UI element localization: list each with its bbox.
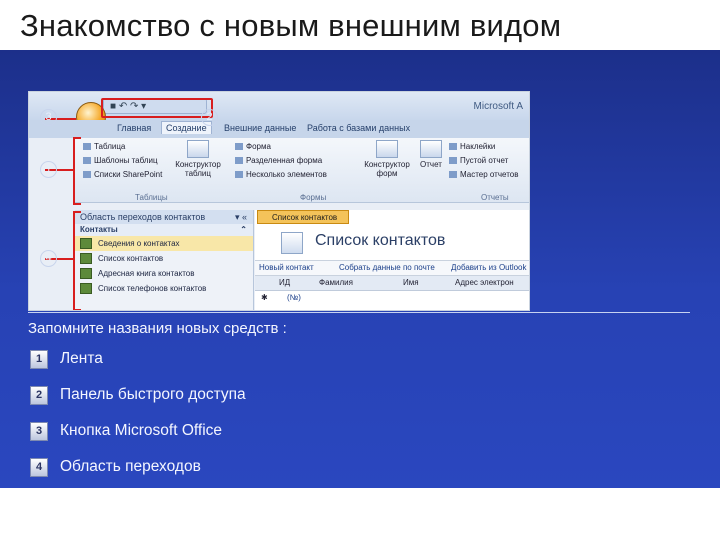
document-title: Список контактов <box>315 232 446 249</box>
add-outlook-link[interactable]: Добавить из Outlook <box>451 263 527 272</box>
access-screenshot: ■ ↶ ↷ ▾ Microsoft A Главная Создание Вне… <box>28 91 530 311</box>
legend-item-label: Кнопка Microsoft Office <box>60 422 223 439</box>
document-area: Список контактов Список контактов Новый … <box>255 210 529 310</box>
column-id[interactable]: ИД <box>279 278 290 287</box>
legend-intro: Запомните названия новых средств : <box>28 320 287 337</box>
report-icon <box>80 268 92 280</box>
number-badge: 2 <box>30 386 48 405</box>
table-designer-label: Конструктор таблиц <box>175 160 221 178</box>
tab-home[interactable]: Главная <box>117 123 151 133</box>
contacts-icon <box>281 232 303 254</box>
form-designer-icon <box>376 140 398 158</box>
callout-4-bracket <box>73 211 81 310</box>
nav-item[interactable]: Адресная книга контактов <box>75 266 253 281</box>
collapse-icon[interactable]: ⌃ <box>240 224 247 236</box>
callout-2-bracket <box>101 98 213 118</box>
form-icon <box>80 253 92 265</box>
nav-item[interactable]: Сведения о контактах <box>75 236 253 251</box>
ribbon-form-designer[interactable]: Конструктор форм <box>361 140 413 178</box>
callout-4-number: 4 <box>40 250 57 267</box>
navigation-pane: Область переходов контактов ▾ « Контакты… <box>75 210 254 310</box>
form-designer-label: Конструктор форм <box>364 160 410 178</box>
nav-item[interactable]: Список контактов <box>75 251 253 266</box>
ribbon-blank-report[interactable]: Пустой отчет <box>449 156 508 165</box>
document-links: Новый контакт Собрать данные по почте До… <box>255 260 529 276</box>
tab-external-data[interactable]: Внешние данные <box>224 123 296 133</box>
callout-1-number: 1 <box>40 161 57 178</box>
ribbon-form[interactable]: Форма <box>235 142 271 151</box>
ribbon-multiple-items[interactable]: Несколько элементов <box>235 170 327 179</box>
table-row[interactable]: ✱ (№) <box>255 292 529 306</box>
nav-group-contacts[interactable]: Контакты ⌃ <box>75 224 253 236</box>
blue-content-panel: ■ ↶ ↷ ▾ Microsoft A Главная Создание Вне… <box>0 50 720 488</box>
ribbon-tabs: Главная Создание Внешние данные Работа с… <box>29 120 529 138</box>
report-label: Отчет <box>420 160 442 169</box>
group-reports: Отчеты <box>481 193 509 202</box>
ribbon: Таблица Шаблоны таблиц Списки SharePoint… <box>75 138 529 203</box>
report-icon <box>80 283 92 295</box>
document-tab[interactable]: Список контактов <box>257 210 349 224</box>
ribbon-table-designer[interactable]: Конструктор таблиц <box>175 140 221 178</box>
nav-pane-header[interactable]: Область переходов контактов ▾ « <box>75 210 253 224</box>
collect-email-link[interactable]: Собрать данные по почте <box>339 263 435 272</box>
ribbon-sharepoint-lists[interactable]: Списки SharePoint <box>83 170 162 179</box>
new-row-marker: ✱ <box>261 293 268 302</box>
column-email[interactable]: Адрес электрон <box>455 278 514 287</box>
callout-2-number: 2 <box>201 109 218 126</box>
ribbon-split-form[interactable]: Разделенная форма <box>235 156 322 165</box>
column-firstname[interactable]: Имя <box>403 278 419 287</box>
number-badge: 4 <box>30 458 48 477</box>
legend-item-label: Лента <box>60 350 103 367</box>
tab-database-tools[interactable]: Работа с базами данных <box>307 123 410 133</box>
ribbon-labels[interactable]: Наклейки <box>449 142 495 151</box>
new-contact-link[interactable]: Новый контакт <box>259 263 314 272</box>
legend-item-label: Область переходов <box>60 458 201 475</box>
slide-title: Знакомство с новым внешним видом <box>20 8 562 43</box>
callout-3-number: 3 <box>40 109 57 126</box>
separator-line <box>28 312 690 313</box>
nav-item[interactable]: Список телефонов контактов <box>75 281 253 296</box>
report-icon <box>420 140 442 158</box>
group-forms: Формы <box>300 193 327 202</box>
group-tables: Таблицы <box>135 193 168 202</box>
app-title: Microsoft A <box>473 101 523 112</box>
table-designer-icon <box>187 140 209 158</box>
number-badge: 1 <box>30 350 48 369</box>
ribbon-table-templates[interactable]: Шаблоны таблиц <box>83 156 158 165</box>
form-icon <box>80 238 92 250</box>
ribbon-report-wizard[interactable]: Мастер отчетов <box>449 170 518 179</box>
chevron-down-icon[interactable]: ▾ « <box>235 210 247 224</box>
callout-1-bracket <box>73 137 81 205</box>
new-row-id: (№) <box>287 293 301 302</box>
ribbon-report[interactable]: Отчет <box>417 140 445 169</box>
number-badge: 3 <box>30 422 48 441</box>
column-lastname[interactable]: Фамилия <box>319 278 353 287</box>
table-header: ИД Фамилия Имя Адрес электрон <box>255 276 529 291</box>
ribbon-table[interactable]: Таблица <box>83 142 125 151</box>
legend-item-label: Панель быстрого доступа <box>60 386 246 403</box>
